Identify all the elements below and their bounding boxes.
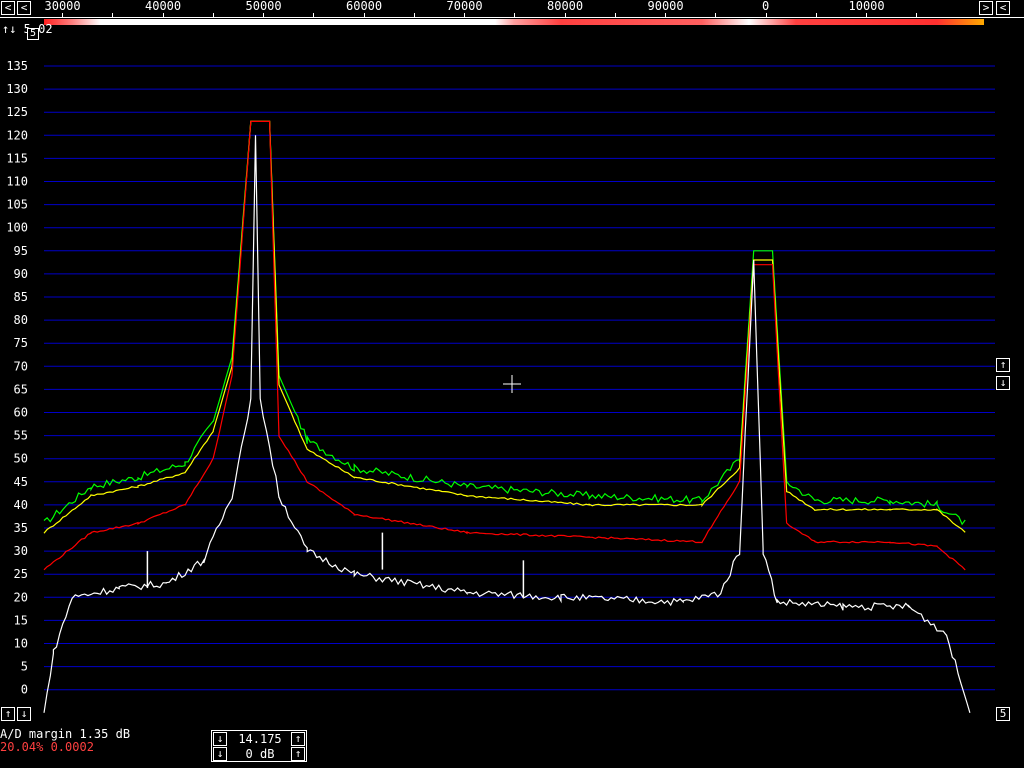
- series-group: [43, 120, 971, 713]
- y-tick-label: 105: [6, 198, 28, 212]
- y-tick-label: 10: [14, 637, 28, 651]
- y-tick-label: 65: [14, 382, 28, 396]
- y-tick-label: 110: [6, 175, 28, 189]
- y-tick-label: 90: [14, 267, 28, 281]
- y-tick-label: 75: [14, 336, 28, 350]
- y-tick-label: 15: [14, 613, 28, 627]
- y-tick-label: 120: [6, 128, 28, 142]
- frequency-control-box: ↓ ↑ ↓ ↑ 14.175 0 dB: [211, 730, 307, 762]
- freq-up-button[interactable]: ↑: [291, 732, 305, 746]
- right-down-button[interactable]: ↓: [996, 376, 1010, 390]
- gridlines: [44, 65, 995, 691]
- left-down-button[interactable]: ↓: [17, 707, 31, 721]
- y-tick-label: 50: [14, 452, 28, 466]
- y-tick-label: 130: [6, 82, 28, 96]
- gain-value[interactable]: 0 dB: [228, 747, 292, 761]
- y-tick-label: 115: [6, 151, 28, 165]
- y-tick-label: 80: [14, 313, 28, 327]
- y-axis-labels: 1351301251201151101051009590858075706560…: [6, 59, 28, 697]
- y-tick-label: 45: [14, 475, 28, 489]
- y-tick-label: 100: [6, 221, 28, 235]
- spectrum-series: [43, 120, 966, 571]
- y-tick-label: 35: [14, 521, 28, 535]
- y-tick-label: 135: [6, 59, 28, 73]
- ad-margin-label: A/D margin 1.35 dB: [0, 727, 131, 741]
- spectrum-chart[interactable]: 1351301251201151101051009590858075706560…: [0, 0, 1024, 768]
- gain-down-button[interactable]: ↓: [213, 747, 227, 761]
- y-tick-label: 30: [14, 544, 28, 558]
- y-tick-label: 55: [14, 429, 28, 443]
- y-tick-label: 25: [14, 567, 28, 581]
- crosshair-cursor: [503, 375, 521, 393]
- left-up-button[interactable]: ↑: [1, 707, 15, 721]
- gain-up-button[interactable]: ↑: [291, 747, 305, 761]
- right-up-button[interactable]: ↑: [996, 358, 1010, 372]
- y-tick-label: 40: [14, 498, 28, 512]
- frequency-value[interactable]: 14.175: [228, 732, 292, 746]
- rate-label: 20.04% 0.0002: [0, 740, 94, 754]
- y-tick-label: 60: [14, 406, 28, 420]
- freq-down-button[interactable]: ↓: [213, 732, 227, 746]
- y-tick-label: 20: [14, 590, 28, 604]
- y-tick-label: 5: [21, 660, 28, 674]
- y-tick-label: 70: [14, 359, 28, 373]
- spectrum-series: [43, 135, 971, 713]
- right-corner-button[interactable]: 5: [996, 707, 1010, 721]
- y-tick-label: 85: [14, 290, 28, 304]
- y-tick-label: 95: [14, 244, 28, 258]
- y-tick-label: 0: [21, 683, 28, 697]
- y-tick-label: 125: [6, 105, 28, 119]
- spectrum-series: [43, 120, 966, 534]
